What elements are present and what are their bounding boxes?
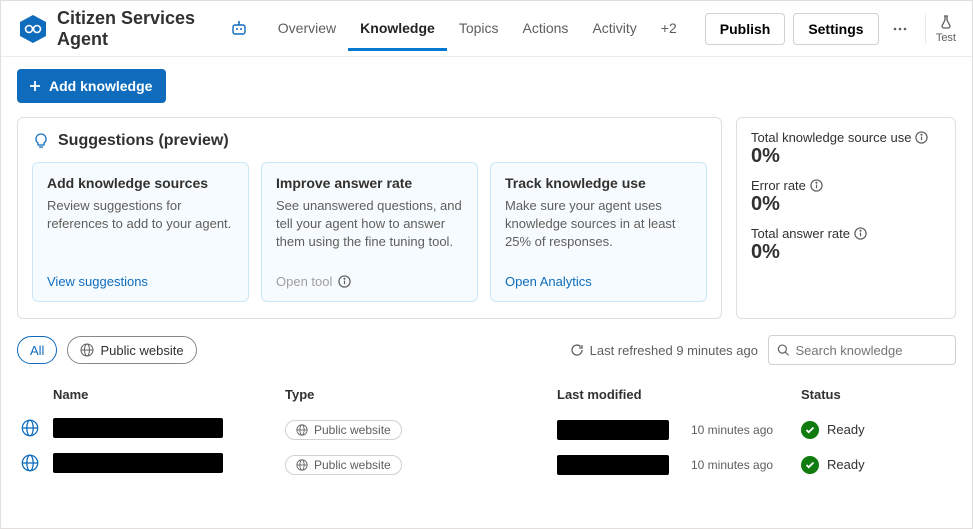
metric-value: 0% <box>751 193 941 216</box>
suggestion-card-add-sources: Add knowledge sources Review suggestions… <box>32 162 249 302</box>
agent-hex-icon <box>17 13 49 45</box>
redacted-modified <box>557 455 669 475</box>
last-refreshed[interactable]: Last refreshed 9 minutes ago <box>570 343 758 358</box>
plus-icon <box>27 78 43 94</box>
metric-value: 0% <box>751 241 941 264</box>
nav-tabs: Overview Knowledge Topics Actions Activi… <box>266 6 689 51</box>
metric-label: Total answer rate <box>751 226 941 241</box>
globe-icon <box>296 459 308 471</box>
table-row[interactable]: Public website 10 minutes ago Ready <box>17 447 956 482</box>
info-icon[interactable] <box>810 179 823 192</box>
search-icon <box>777 343 789 357</box>
publish-button[interactable]: Publish <box>705 13 786 45</box>
type-tag: Public website <box>285 455 402 475</box>
suggestion-card-improve-answer: Improve answer rate See unanswered quest… <box>261 162 478 302</box>
column-status[interactable]: Status <box>801 387 952 402</box>
metric-label: Error rate <box>751 178 941 193</box>
tab-topics[interactable]: Topics <box>447 6 511 51</box>
knowledge-table: Name Type Last modified Status Public we… <box>17 379 956 482</box>
suggestions-heading: Suggestions (preview) <box>58 132 229 150</box>
checkmark-icon <box>801 456 819 474</box>
column-type[interactable]: Type <box>285 387 557 402</box>
redacted-modified <box>557 420 669 440</box>
refresh-icon <box>570 343 584 357</box>
globe-icon <box>21 454 39 472</box>
tab-overflow[interactable]: +2 <box>649 6 689 51</box>
tab-activity[interactable]: Activity <box>580 6 648 51</box>
redacted-name <box>53 418 223 438</box>
more-icon[interactable] <box>887 13 913 45</box>
checkmark-icon <box>801 421 819 439</box>
view-suggestions-link[interactable]: View suggestions <box>47 274 234 289</box>
metrics-panel: Total knowledge source use 0% Error rate… <box>736 117 956 319</box>
tab-actions[interactable]: Actions <box>511 6 581 51</box>
metric-value: 0% <box>751 145 941 168</box>
globe-icon <box>296 424 308 436</box>
settings-button[interactable]: Settings <box>793 13 878 45</box>
suggestion-card-track-use: Track knowledge use Make sure your agent… <box>490 162 707 302</box>
open-tool-link: Open tool <box>276 274 463 289</box>
filter-all[interactable]: All <box>17 336 57 364</box>
open-analytics-link[interactable]: Open Analytics <box>505 274 692 289</box>
tab-overview[interactable]: Overview <box>266 6 348 51</box>
info-icon[interactable] <box>854 227 867 240</box>
globe-icon <box>21 419 39 437</box>
filter-public-website[interactable]: Public website <box>67 336 196 364</box>
redacted-name <box>53 453 223 473</box>
test-button[interactable]: Test <box>925 14 956 44</box>
add-knowledge-button[interactable]: Add knowledge <box>17 69 166 103</box>
column-modified[interactable]: Last modified <box>557 387 801 402</box>
page-title: Citizen Services Agent <box>57 8 216 50</box>
column-name[interactable]: Name <box>53 387 285 402</box>
lightbulb-icon <box>32 132 50 150</box>
search-knowledge[interactable] <box>768 335 956 365</box>
flask-icon <box>938 14 954 30</box>
tab-knowledge[interactable]: Knowledge <box>348 6 447 51</box>
info-icon[interactable] <box>915 131 928 144</box>
globe-icon <box>80 343 94 357</box>
suggestions-panel: Suggestions (preview) Add knowledge sour… <box>17 117 722 319</box>
table-row[interactable]: Public website 10 minutes ago Ready <box>17 412 956 447</box>
info-icon <box>338 275 351 288</box>
metric-label: Total knowledge source use <box>751 130 941 145</box>
type-tag: Public website <box>285 420 402 440</box>
bot-icon <box>230 20 248 38</box>
search-input[interactable] <box>795 343 947 358</box>
